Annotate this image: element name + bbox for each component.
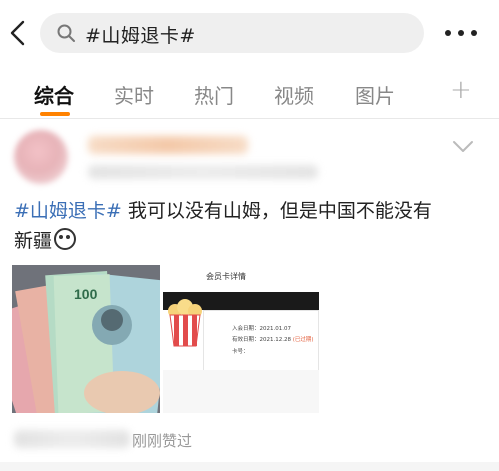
search-input[interactable]: #山姆退卡# [40,13,424,53]
liked-status-text: 刚刚赞过 [132,432,193,450]
post-hashtag-link[interactable]: #山姆退卡# [14,200,122,222]
post-image-membership-card[interactable]: 会员卡详情 入会日期：2021.01.07 有效日期：2021.12.28 (已… [163,265,319,413]
more-options-icon[interactable] [443,25,479,41]
popcorn-icon [168,299,202,347]
search-query: #山姆退卡# [85,25,196,47]
tab-comprehensive[interactable]: 综合 [34,80,74,109]
tab-video[interactable]: 视频 [274,80,314,109]
card-details-panel: 入会日期：2021.01.07 有效日期：2021.12.28 (已过期) 卡号… [203,310,319,372]
active-tab-indicator [40,112,70,116]
search-icon [57,24,75,42]
chevron-down-icon[interactable] [452,140,474,154]
svg-text:100: 100 [74,286,98,302]
post-meta-blurred [88,165,318,179]
post-image-banknotes[interactable]: 100 [12,265,160,413]
card-expire-date: 有效日期：2021.12.28 [232,337,291,343]
post-text-line1: 我可以没有山姆，但是中国不能没有 [121,200,432,222]
tab-realtime[interactable]: 实时 [114,80,154,109]
result-tabs: 综合 实时 热门 视频 图片 + [0,70,499,119]
liked-by-user-blurred [14,430,130,448]
top-search-bar: #山姆退卡# [0,0,499,66]
card-expire-line: 有效日期：2021.12.28 (已过期) [232,335,314,343]
back-arrow-icon[interactable] [8,20,28,46]
card-join-date: 入会日期：2021.01.07 [232,326,291,332]
banknotes-photo-icon: 100 [12,265,160,413]
crying-face-emoji-icon [54,228,77,250]
post-text: #山姆退卡# 我可以没有山姆，但是中国不能没有 新疆 [14,196,484,256]
card-title: 会员卡详情 [206,272,246,281]
username-blurred[interactable] [88,136,248,154]
section-divider [0,462,499,471]
post-text-line2: 新疆 [14,230,53,252]
add-tab-button[interactable]: + [450,75,472,105]
avatar[interactable] [14,130,68,184]
tab-images[interactable]: 图片 [355,80,395,109]
card-expired-status: (已过期) [292,337,314,343]
card-bottom-area [163,370,319,413]
tab-hot[interactable]: 热门 [194,80,234,109]
card-number: 卡号： [232,349,249,355]
